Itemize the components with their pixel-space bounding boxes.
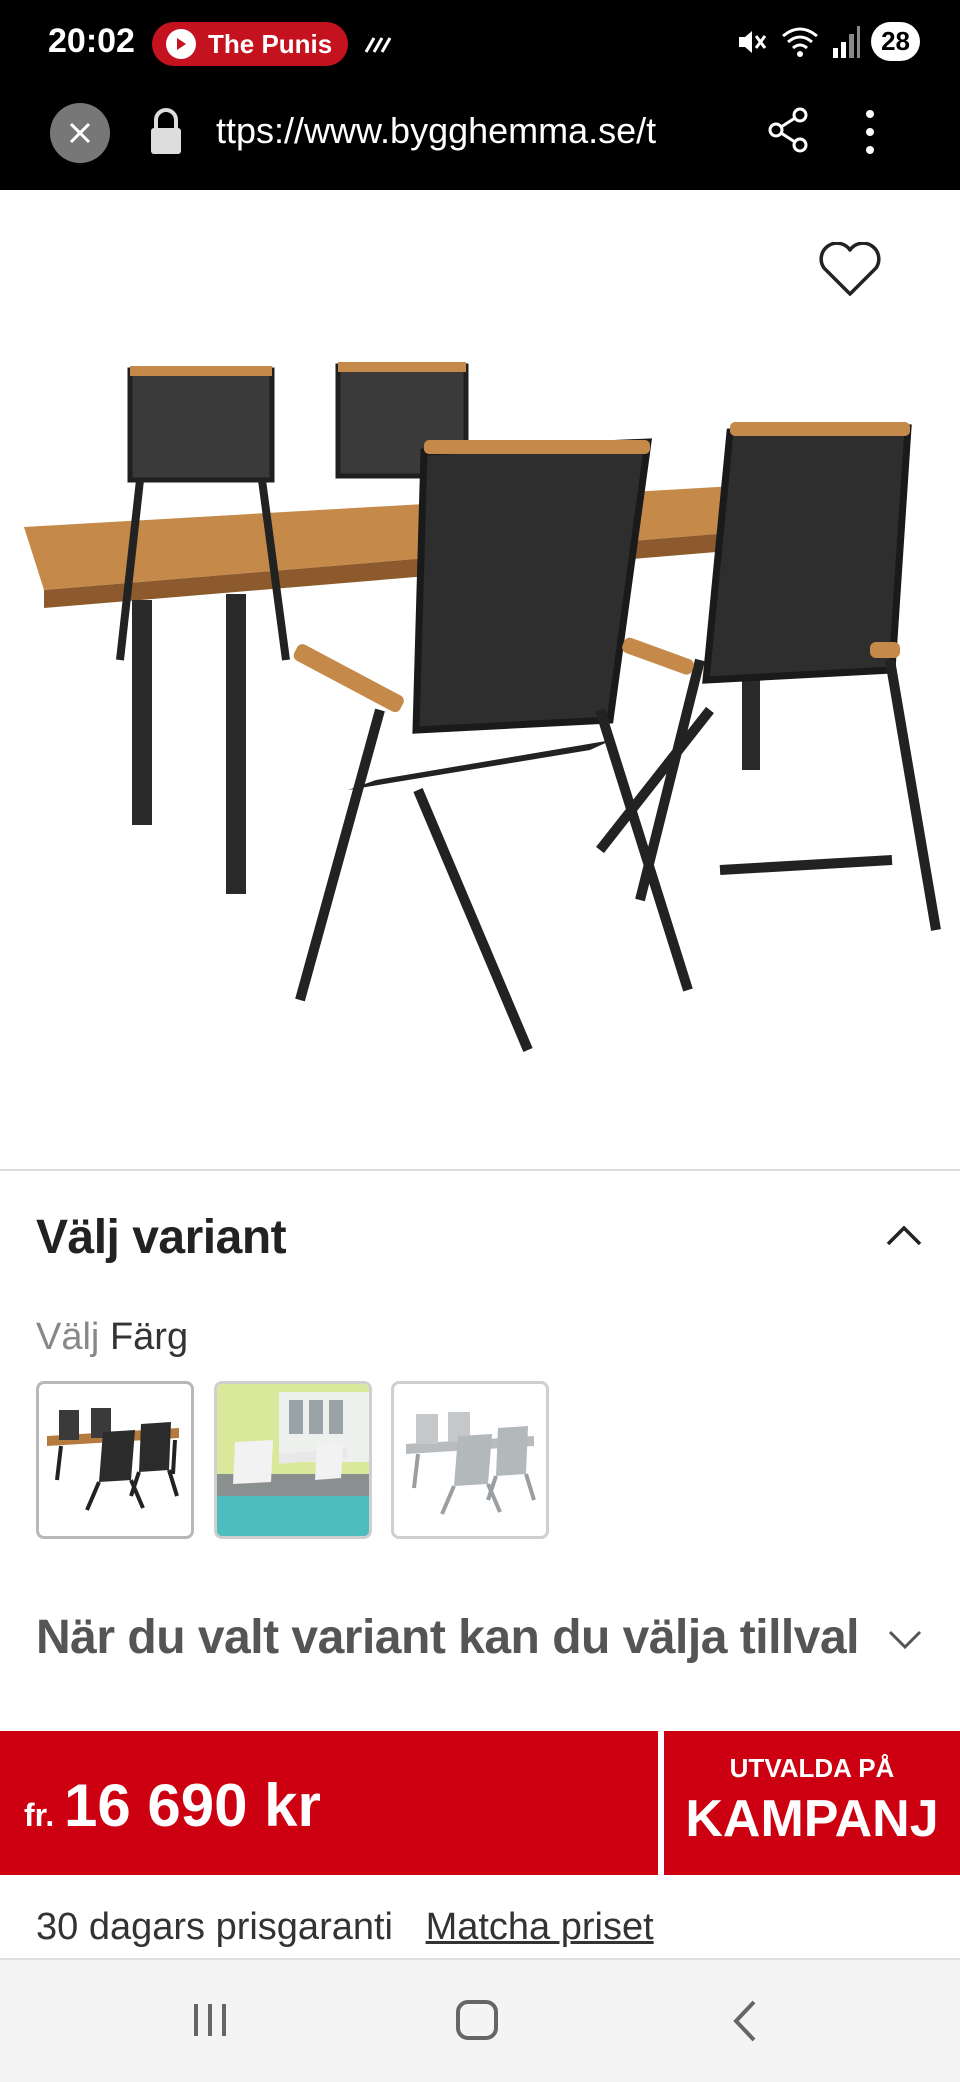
close-icon [69,122,91,144]
browser-url-bar: ttps://www.bygghemma.se/t [0,88,960,190]
color-label: Välj Färg [36,1316,188,1359]
addons-label[interactable]: När du valt variant kan du välja tillval [36,1610,859,1665]
campaign-badge[interactable]: UTVALDA PÅ KAMPANJ [664,1731,960,1875]
swatch-black-set-image [47,1408,179,1511]
color-label-name: Färg [109,1316,189,1358]
status-time: 20:02 [48,22,135,60]
price-bar: fr. 16 690 kr UTVALDA PÅ KAMPANJ [0,1731,960,1875]
variant-swatch-grey[interactable] [391,1381,549,1539]
media-title: The Punis [208,28,333,59]
close-tab-button[interactable] [50,103,110,163]
cast-icon [364,37,392,53]
back-icon[interactable] [730,1998,760,2044]
campaign-line1: UTVALDA PÅ [729,1753,895,1783]
campaign-line2: KAMPANJ [685,1790,939,1848]
home-icon[interactable] [454,1998,500,2042]
chevron-up-icon[interactable] [884,1224,924,1248]
battery-level: 28 [871,22,920,61]
price-guarantee-text: 30 dagars prisgaranti [36,1906,393,1948]
media-notification-pill[interactable]: The Punis [152,22,348,66]
more-vert-icon[interactable] [862,106,878,158]
price-prefix: fr. [24,1797,55,1833]
chevron-down-icon[interactable] [886,1628,924,1652]
product-illustration [24,362,941,1052]
system-nav-bar [0,1958,960,2082]
status-bar: 20:02 The Punis 28 [0,0,960,88]
price-guarantee: 30 dagars prisgaranti Matcha priset [36,1906,654,1949]
price-value: 16 690 kr [64,1772,321,1839]
variant-swatch-black[interactable] [36,1381,194,1539]
color-label-prefix: Välj [36,1316,100,1358]
mute-icon [739,30,767,53]
variant-section-title[interactable]: Välj variant [36,1210,287,1265]
divider [0,1169,960,1171]
recent-apps-icon[interactable] [190,2000,230,2040]
variant-swatch-pool[interactable] [214,1381,372,1539]
share-icon[interactable] [766,106,810,154]
price-box: fr. 16 690 kr [0,1731,658,1875]
product-image[interactable] [0,190,960,1170]
swatch-grey-set-image [406,1412,536,1515]
favorite-heart-icon[interactable] [818,242,882,298]
wifi-icon [782,27,819,57]
play-icon [166,29,196,59]
lock-icon[interactable] [146,106,186,158]
swatch-pool-set-image [217,1384,369,1536]
signal-icon [833,25,861,58]
url-text[interactable]: ttps://www.bygghemma.se/t [216,110,736,152]
match-price-link[interactable]: Matcha priset [426,1906,654,1948]
